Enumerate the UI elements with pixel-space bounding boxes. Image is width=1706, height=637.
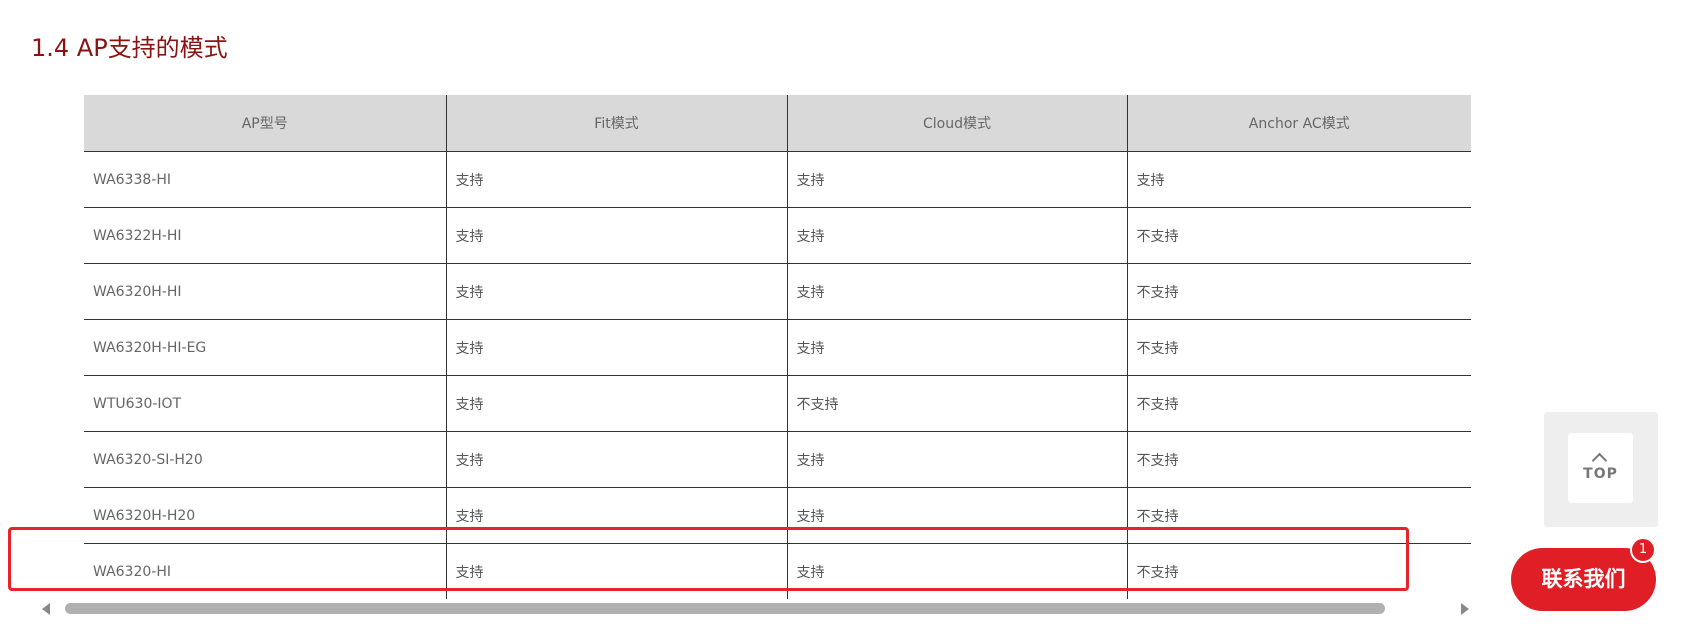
table-row: WA6322H-HI 支持 支持 不支持 [84,207,1471,264]
top-label: TOP [1583,466,1618,482]
cell-fit: 支持 [445,151,787,208]
cell-fit: 支持 [445,487,787,544]
cell-cloud: 支持 [786,207,1127,264]
ap-mode-table: AP型号 Fit模式 Cloud模式 Anchor AC模式 WA6338-HI… [84,95,1471,599]
cell-anchor: 不支持 [1126,375,1471,432]
cell-model: WTU630-IOT [84,375,446,432]
cell-anchor: 不支持 [1126,207,1471,264]
cell-model: WA6320H-H20 [84,487,446,544]
table-container: AP型号 Fit模式 Cloud模式 Anchor AC模式 WA6338-HI… [84,95,1471,599]
table-row: WA6320H-HI 支持 支持 不支持 [84,263,1471,320]
cell-fit: 支持 [445,207,787,264]
cell-fit: 支持 [445,431,787,488]
cell-cloud: 支持 [786,487,1127,544]
cell-fit: 支持 [445,319,787,376]
cell-fit: 支持 [445,375,787,432]
cell-model: WA6320-SI-H20 [84,431,446,488]
back-to-top-panel: TOP [1544,412,1658,527]
table-row: WA6320H-HI-EG 支持 支持 不支持 [84,319,1471,376]
table-row: WA6320H-H20 支持 支持 不支持 [84,487,1471,544]
cell-fit: 支持 [445,543,787,599]
page: 1.4 AP支持的模式 AP型号 Fit模式 Cloud模式 Anchor AC… [0,0,1706,637]
cell-model: WA6320H-HI [84,263,446,320]
cell-anchor: 不支持 [1126,319,1471,376]
notification-badge: 1 [1630,537,1656,563]
cell-cloud: 支持 [786,431,1127,488]
horizontal-scrollbar[interactable] [40,599,1471,619]
cell-cloud: 不支持 [786,375,1127,432]
cell-anchor: 不支持 [1126,431,1471,488]
header-anchor-ac-mode: Anchor AC模式 [1126,95,1471,152]
section-title: 1.4 AP支持的模式 [31,34,228,62]
arrow-left-icon[interactable] [42,603,50,615]
cell-cloud: 支持 [786,319,1127,376]
cell-model: WA6338-HI [84,151,446,208]
cell-model: WA6320-HI [84,543,446,599]
scrollbar-thumb[interactable] [65,603,1385,614]
arrow-right-icon[interactable] [1461,603,1469,615]
back-to-top-button[interactable]: TOP [1568,433,1633,503]
table-row-highlighted: WA6320-HI 支持 支持 不支持 [84,543,1471,599]
table-header-row: AP型号 Fit模式 Cloud模式 Anchor AC模式 [84,95,1471,152]
cell-model: WA6322H-HI [84,207,446,264]
cell-anchor: 不支持 [1126,543,1471,599]
table-row: WTU630-IOT 支持 不支持 不支持 [84,375,1471,432]
header-cloud-mode: Cloud模式 [786,95,1127,152]
cell-fit: 支持 [445,263,787,320]
header-fit-mode: Fit模式 [445,95,787,152]
cell-cloud: 支持 [786,263,1127,320]
cell-anchor: 不支持 [1126,487,1471,544]
cell-cloud: 支持 [786,151,1127,208]
table-row: WA6338-HI 支持 支持 支持 [84,151,1471,208]
cell-anchor: 支持 [1126,151,1471,208]
cell-cloud: 支持 [786,543,1127,599]
cell-anchor: 不支持 [1126,263,1471,320]
table-row: WA6320-SI-H20 支持 支持 不支持 [84,431,1471,488]
header-ap-model: AP型号 [84,95,446,152]
cell-model: WA6320H-HI-EG [84,319,446,376]
